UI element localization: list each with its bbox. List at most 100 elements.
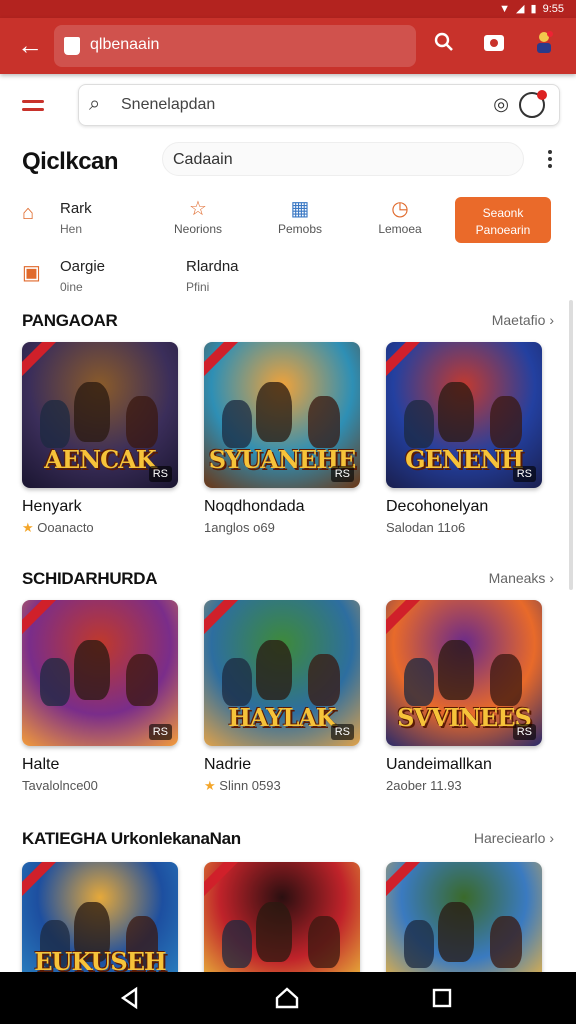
ribbon-icon bbox=[204, 862, 243, 900]
star-icon: ★ bbox=[204, 778, 220, 793]
game-artwork[interactable] bbox=[204, 862, 360, 980]
game-artwork[interactable]: SYUANEHE RS bbox=[204, 342, 360, 488]
game-subtitle-text: Ooanacto bbox=[37, 520, 94, 535]
game-subtitle: ★ Ooanacto bbox=[22, 520, 94, 536]
character-figure bbox=[256, 902, 292, 962]
game-artwork[interactable]: SVVINEES RS bbox=[386, 600, 542, 746]
game-subtitle-text: Tavalolnce00 bbox=[22, 778, 98, 793]
game-name: Henyark bbox=[22, 498, 82, 515]
section-header: PANGAOAR Maetafio › bbox=[0, 306, 576, 336]
chevron-right-icon: › bbox=[549, 570, 554, 586]
search-placeholder: Snenelapdan bbox=[121, 96, 216, 113]
ribbon-icon bbox=[386, 862, 425, 900]
notification-avatar-icon[interactable] bbox=[519, 90, 547, 118]
game-artwork[interactable]: RS bbox=[22, 600, 178, 746]
section-header: SCHIDARHURDA Maneaks › bbox=[0, 564, 576, 594]
category-sub: Pfini bbox=[186, 280, 210, 294]
character-figure bbox=[404, 400, 434, 448]
clock-icon: ◷ bbox=[391, 198, 409, 220]
section-title: KATIEGHA UrkonlekanaNan bbox=[22, 829, 241, 848]
ribbon-icon bbox=[204, 342, 243, 380]
category-label: Rark bbox=[60, 200, 92, 217]
character-figure bbox=[490, 396, 522, 448]
game-artwork[interactable]: HAYLAK RS bbox=[204, 600, 360, 746]
search-input[interactable]: ⌕ Snenelapdan ◎ bbox=[78, 84, 560, 126]
character-figure bbox=[40, 400, 70, 448]
rating-badge: RS bbox=[148, 724, 172, 740]
section-title: PANGAOAR bbox=[22, 311, 118, 330]
page-title: Qiclkcan bbox=[22, 148, 119, 175]
game-subtitle: 2aober 11.93 bbox=[386, 778, 462, 793]
more-options-icon[interactable] bbox=[548, 150, 552, 171]
nav-home-icon[interactable] bbox=[274, 986, 302, 1010]
see-more-link[interactable]: Maetafio › bbox=[492, 312, 554, 328]
category-label: Pemobs bbox=[277, 222, 323, 236]
character-figure bbox=[222, 920, 252, 968]
nav-back-icon[interactable] bbox=[118, 986, 146, 1010]
game-subtitle-text: 2aober 11.93 bbox=[386, 778, 462, 793]
character-figure bbox=[256, 382, 292, 442]
system-nav-bar bbox=[0, 972, 576, 1024]
ribbon-icon bbox=[22, 862, 61, 900]
see-more-label: Hareciearlo bbox=[473, 830, 546, 846]
back-arrow-icon[interactable]: ← bbox=[14, 30, 46, 62]
see-more-link[interactable]: Hareciearlo › bbox=[474, 830, 554, 846]
game-subtitle: ★ Slinn 0593 bbox=[204, 778, 281, 794]
character-figure bbox=[308, 916, 340, 968]
character-figure bbox=[490, 916, 522, 968]
wifi-icon: ▼ bbox=[499, 2, 511, 15]
rating-badge: RS bbox=[512, 466, 536, 482]
title-row: Qiclkcan Cadaain bbox=[0, 140, 576, 180]
character-figure bbox=[308, 396, 340, 448]
game-artwork[interactable] bbox=[386, 862, 542, 980]
rating-badge: RS bbox=[330, 466, 354, 482]
category-favorites[interactable]: ☆ Neorions bbox=[170, 196, 226, 236]
category-row: ⌂ Rark Hen ☆ Neorions ▦ Pemobs ◷ Lemoea … bbox=[0, 194, 576, 250]
category-label: Neorions bbox=[173, 222, 223, 236]
category-sub: 0ine bbox=[60, 280, 83, 294]
character-figure bbox=[74, 640, 110, 700]
character-figure bbox=[222, 400, 252, 448]
star-icon: ☆ bbox=[189, 198, 207, 220]
character-figure bbox=[438, 902, 474, 962]
featured-button[interactable]: Seaonk Panoearin bbox=[455, 197, 551, 243]
category-clock[interactable]: ◷ Lemoea bbox=[372, 196, 428, 236]
game-name: Uandeimallkan bbox=[386, 756, 492, 773]
game-artwork[interactable]: AENCAK RS bbox=[22, 342, 178, 488]
game-artwork[interactable]: GENENH RS bbox=[386, 342, 542, 488]
grid-icon: ▦ bbox=[290, 198, 310, 220]
section-header: KATIEGHA UrkonlekanaNan Hareciearlo › bbox=[0, 824, 576, 854]
home-icon: ⌂ bbox=[22, 202, 35, 224]
character-figure bbox=[404, 658, 434, 706]
profile-icon[interactable] bbox=[528, 30, 560, 62]
battery-icon: ▮ bbox=[530, 3, 537, 15]
game-subtitle-text: Slinn 0593 bbox=[219, 778, 281, 793]
game-name: Nadrie bbox=[204, 756, 252, 773]
game-subtitle: Tavalolnce00 bbox=[22, 778, 98, 793]
character-figure bbox=[438, 640, 474, 700]
scrollbar[interactable] bbox=[569, 300, 573, 590]
game-subtitle: Salodan 11o6 bbox=[386, 520, 465, 535]
lens-icon[interactable]: ◎ bbox=[493, 94, 509, 115]
search-icon[interactable] bbox=[428, 30, 460, 62]
status-bar: ▼ ◢ ▮ 9:55 bbox=[0, 0, 576, 18]
character-figure bbox=[74, 382, 110, 442]
game-artwork[interactable]: EUKUSEH bbox=[22, 862, 178, 980]
see-more-link[interactable]: Maneaks › bbox=[489, 570, 554, 586]
search-row: ⌕ Snenelapdan ◎ bbox=[0, 84, 576, 128]
hamburger-menu-icon[interactable] bbox=[22, 100, 44, 112]
filter-input[interactable]: Cadaain bbox=[162, 142, 524, 176]
category-grid[interactable]: ▦ Pemobs bbox=[272, 196, 328, 236]
chevron-right-icon: › bbox=[549, 312, 554, 328]
game-name: Noqdhondada bbox=[204, 498, 305, 515]
app-bar: ← qlbenaain bbox=[0, 18, 576, 74]
url-bar[interactable]: qlbenaain bbox=[54, 25, 416, 67]
nav-recents-icon[interactable] bbox=[430, 986, 458, 1010]
box-icon: ▣ bbox=[22, 262, 41, 284]
ribbon-icon bbox=[386, 342, 425, 380]
shopping-bag-icon bbox=[64, 37, 80, 55]
game-subtitle-text: 1anglos o69 bbox=[204, 520, 275, 535]
signal-icon: ◢ bbox=[516, 3, 525, 15]
game-name: Decohonelyan bbox=[386, 498, 489, 515]
camera-icon[interactable] bbox=[478, 30, 510, 62]
